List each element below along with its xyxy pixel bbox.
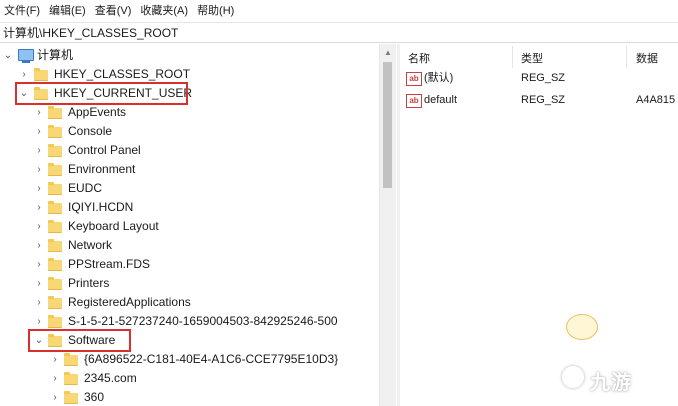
folder-icon <box>48 182 62 195</box>
tree-node[interactable]: › 2345.com <box>0 369 380 388</box>
tree-node[interactable]: › Environment <box>0 160 380 179</box>
chevron-right-icon[interactable]: › <box>34 198 44 217</box>
computer-icon <box>18 49 34 63</box>
tree-node[interactable]: › Keyboard Layout <box>0 217 380 236</box>
folder-icon <box>48 125 62 138</box>
chevron-right-icon[interactable]: › <box>34 179 44 198</box>
tree-scrollbar[interactable]: ▲ <box>379 44 396 406</box>
folder-icon <box>48 201 62 214</box>
folder-icon <box>34 68 48 81</box>
string-value-icon: ab <box>406 94 422 108</box>
tree-node[interactable]: › IQIYI.HCDN <box>0 198 380 217</box>
tree-label: {6A896522-C181-40E4-A1C6-CCE7795E10D3} <box>84 352 339 366</box>
highlight-box-hkcu <box>15 82 188 105</box>
menu-file[interactable]: 文件(F) <box>0 0 45 22</box>
chevron-right-icon[interactable]: › <box>34 236 44 255</box>
folder-icon <box>64 372 78 385</box>
scrollbar-thumb[interactable] <box>383 62 392 188</box>
tree-label: Environment <box>68 162 136 176</box>
column-header-name[interactable]: 名称 <box>408 50 430 66</box>
registry-tree: ⌄ 计算机 › HKEY_CLASSES_ROOT ⌄ HKEY_CURRENT… <box>0 44 398 406</box>
tree-node[interactable]: › PPStream.FDS <box>0 255 380 274</box>
tree-label: EUDC <box>68 181 103 195</box>
chevron-right-icon[interactable]: › <box>34 122 44 141</box>
tree-label: AppEvents <box>68 105 127 119</box>
chevron-right-icon[interactable]: › <box>34 103 44 122</box>
folder-icon <box>48 144 62 157</box>
list-item[interactable]: ab (默认) REG_SZ <box>400 68 678 88</box>
highlight-box-software <box>28 329 131 352</box>
folder-icon <box>64 391 78 404</box>
column-divider[interactable] <box>626 46 627 68</box>
menu-favorites[interactable]: 收藏夹(A) <box>136 0 193 22</box>
tree-label: Keyboard Layout <box>68 219 159 233</box>
menu-edit[interactable]: 编辑(E) <box>45 0 91 22</box>
column-header-data[interactable]: 数据 <box>636 50 658 66</box>
tree-label: IQIYI.HCDN <box>68 200 134 214</box>
folder-icon <box>48 239 62 252</box>
chevron-right-icon[interactable]: › <box>34 217 44 236</box>
tree-label-computer: 计算机 <box>37 48 74 62</box>
tree-label: 2345.com <box>84 371 137 385</box>
menu-view[interactable]: 查看(V) <box>91 0 137 22</box>
values-list: 名称 类型 数据 ab (默认) REG_SZ ab default REG_S… <box>400 44 678 406</box>
folder-icon <box>48 315 62 328</box>
tree-node[interactable]: › Printers <box>0 274 380 293</box>
chevron-right-icon[interactable]: › <box>34 141 44 160</box>
chevron-right-icon[interactable]: › <box>34 160 44 179</box>
folder-icon <box>48 220 62 233</box>
tree-node[interactable]: › EUDC <box>0 179 380 198</box>
tree-label: Control Panel <box>68 143 141 157</box>
chevron-right-icon[interactable]: › <box>34 293 44 312</box>
folder-icon <box>64 353 78 366</box>
value-name: default <box>424 94 458 106</box>
value-type: REG_SZ <box>521 94 566 106</box>
tree-label: Console <box>68 124 113 138</box>
folder-icon <box>48 296 62 309</box>
tree-label: Printers <box>68 276 110 290</box>
list-item[interactable]: ab default REG_SZ A4A815 <box>400 90 678 110</box>
tree-label: RegisteredApplications <box>68 295 191 309</box>
value-data: A4A815 <box>636 94 676 106</box>
folder-icon <box>48 277 62 290</box>
folder-icon <box>48 163 62 176</box>
tree-label: Network <box>68 238 113 252</box>
tree-node-computer[interactable]: ⌄ 计算机 <box>0 46 380 65</box>
watermark-text: 九游 <box>590 372 632 394</box>
mouse-cursor-icon <box>566 314 598 340</box>
column-divider[interactable] <box>512 46 513 68</box>
tree-node[interactable]: › AppEvents <box>0 103 380 122</box>
tree-label: 360 <box>84 390 105 404</box>
value-name: (默认) <box>424 72 454 84</box>
tree-node[interactable]: › Console <box>0 122 380 141</box>
menu-bar: 文件(F) 编辑(E) 查看(V) 收藏夹(A) 帮助(H) <box>0 0 678 23</box>
chevron-down-icon[interactable]: ⌄ <box>3 46 13 65</box>
tree-node[interactable]: › RegisteredApplications <box>0 293 380 312</box>
watermark-logo-icon <box>562 366 584 388</box>
tree-label: PPStream.FDS <box>68 257 151 271</box>
scroll-up-icon[interactable]: ▲ <box>384 48 392 57</box>
menu-help[interactable]: 帮助(H) <box>193 0 239 22</box>
tree-node[interactable]: › {6A896522-C181-40E4-A1C6-CCE7795E10D3} <box>0 350 380 369</box>
value-type: REG_SZ <box>521 72 566 84</box>
tree-node[interactable]: › Network <box>0 236 380 255</box>
column-header-type[interactable]: 类型 <box>521 50 543 66</box>
tree-node[interactable]: › Control Panel <box>0 141 380 160</box>
chevron-right-icon[interactable]: › <box>34 255 44 274</box>
address-bar[interactable]: 计算机\HKEY_CLASSES_ROOT <box>0 23 678 43</box>
folder-icon <box>48 258 62 271</box>
tree-node[interactable]: › 360 <box>0 388 380 406</box>
chevron-right-icon[interactable]: › <box>34 274 44 293</box>
string-value-icon: ab <box>406 72 422 86</box>
chevron-right-icon[interactable]: › <box>50 388 60 406</box>
folder-icon <box>48 106 62 119</box>
chevron-right-icon[interactable]: › <box>50 369 60 388</box>
chevron-right-icon[interactable]: › <box>50 350 60 369</box>
